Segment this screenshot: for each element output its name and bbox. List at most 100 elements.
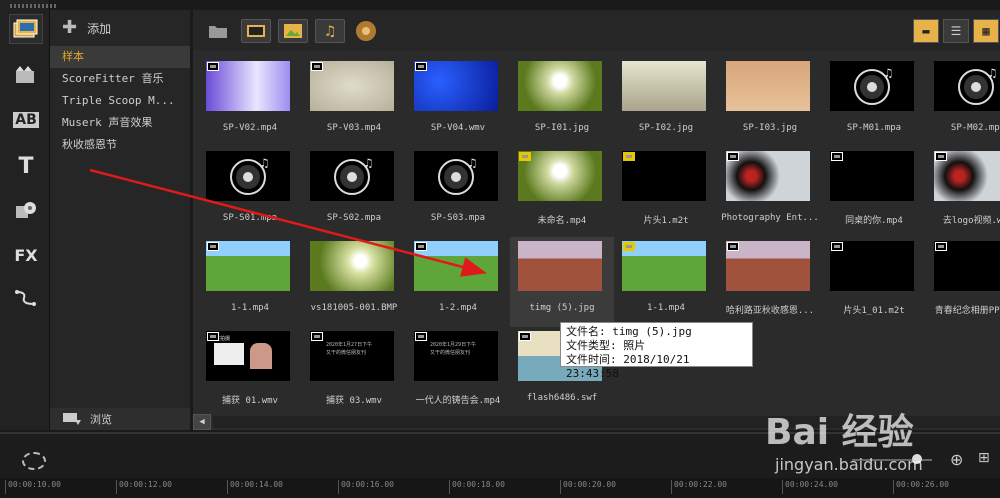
- tooltip-filename: 文件名: timg (5).jpg: [566, 325, 692, 338]
- filter-label: FX: [14, 245, 38, 265]
- media-tile-name: Photography Ent...: [721, 213, 819, 223]
- media-tile-name: 捕获 03.wmv: [326, 396, 382, 406]
- drag-grip[interactable]: [10, 4, 56, 8]
- media-tile[interactable]: 哈利路亚秋收感恩...: [718, 237, 822, 327]
- timeline-tick: 00:00:14.00: [227, 480, 283, 494]
- media-tile[interactable]: 未命名.mp4: [510, 147, 614, 237]
- timeline-panel: ⊕ ⊞ 00:00:10.00 00:00:12.00 00:00:14.00 00:…: [0, 432, 1000, 498]
- media-tile[interactable]: 片头1_01.m2t: [822, 237, 926, 327]
- thumb-text: 2020年1月29日下午 又干的微信朋友刊: [430, 342, 477, 356]
- media-tile[interactable]: ♫ SP-M02.mpa: [926, 57, 1000, 147]
- media-tile-name: flash6486.swf: [526, 393, 598, 403]
- media-tile[interactable]: 正在拍摄 捕获 01.wmv: [198, 327, 302, 412]
- media-thumbnail: [310, 241, 394, 291]
- library-item-scorefitter[interactable]: ScoreFitter 音乐: [50, 68, 190, 90]
- grid-view-button[interactable]: ▦: [973, 19, 999, 43]
- media-thumbnail: [726, 61, 810, 111]
- media-tile[interactable]: SP-I02.jpg: [614, 57, 718, 147]
- media-tile[interactable]: 片头1.m2t: [614, 147, 718, 237]
- media-tile-name: SP-I02.jpg: [638, 123, 694, 133]
- path-icon[interactable]: [9, 283, 43, 313]
- media-tile[interactable]: 同桌的你.mp4: [822, 147, 926, 237]
- media-tile-name: 1-1.mp4: [647, 303, 685, 313]
- browse-label: 浏览: [90, 413, 112, 426]
- media-tile[interactable]: SP-V04.wmv: [406, 57, 510, 147]
- library-item-triple-scoop[interactable]: Triple Scoop M...: [50, 90, 190, 112]
- tool-column: AB T FX: [0, 0, 56, 430]
- media-tile[interactable]: SP-I03.jpg: [718, 57, 822, 147]
- media-thumbnail: [518, 241, 602, 291]
- media-tile[interactable]: 1-2.mp4: [406, 237, 510, 327]
- media-tile-name: SP-M01.mpa: [846, 123, 902, 133]
- library-item-harvest[interactable]: 秋收感恩节: [50, 134, 190, 156]
- timeline-tick: 00:00:12.00: [116, 480, 172, 494]
- instant-project-icon[interactable]: [9, 60, 43, 90]
- media-tile-name: SP-V03.mp4: [326, 123, 382, 133]
- media-tile[interactable]: ♫ SP-S01.mpa: [198, 147, 302, 237]
- media-thumbnail: [622, 61, 706, 111]
- video-badge-icon: [519, 332, 531, 341]
- loop-icon[interactable]: [22, 452, 46, 470]
- media-tile[interactable]: 1-1.mp4: [614, 237, 718, 327]
- thumbnail-view-button[interactable]: ▬: [913, 19, 939, 43]
- grid-icon: ▦: [982, 24, 990, 38]
- media-tile[interactable]: 去logo视频.wmv: [926, 147, 1000, 237]
- svg-text:♫: ♫: [365, 156, 372, 170]
- media-tile[interactable]: 2020年1月27日下午 又干的微信朋友刊 捕获 03.wmv: [302, 327, 406, 412]
- media-tile[interactable]: timg (5).jpg: [510, 237, 614, 327]
- video-badge-icon: [935, 152, 947, 161]
- media-tile[interactable]: SP-V02.mp4: [198, 57, 302, 147]
- media-tile[interactable]: SP-I01.jpg: [510, 57, 614, 147]
- media-tile-name: 青春纪念相册PPT...: [934, 306, 1000, 316]
- folder-icon[interactable]: [203, 19, 233, 43]
- filter-icon[interactable]: FX: [9, 240, 43, 270]
- zoom-slider-handle[interactable]: [912, 454, 922, 464]
- list-view-button[interactable]: ☰: [943, 19, 969, 43]
- video-badge-icon: [207, 332, 219, 341]
- media-tile-name: 去logo视频.wmv: [942, 216, 1000, 226]
- media-tile-name: 捕获 01.wmv: [222, 396, 278, 406]
- media-tile[interactable]: vs181005-001.BMP: [302, 237, 406, 327]
- photo-icon: [284, 24, 302, 38]
- library-item-sample[interactable]: 样本: [50, 46, 190, 68]
- media-tile[interactable]: 2020年1月29日下午 又干的微信朋友刊 一代人的铸告会.mp4: [406, 327, 510, 412]
- media-tile-name: SP-I03.jpg: [742, 123, 798, 133]
- zoom-in-icon[interactable]: ⊕: [950, 450, 963, 469]
- media-tile[interactable]: 青春纪念相册PPT...: [926, 237, 1000, 327]
- media-tile-name: timg (5).jpg: [529, 303, 595, 313]
- show-audio-button[interactable]: ♫: [315, 19, 345, 43]
- media-tile-name: SP-S02.mpa: [326, 213, 382, 223]
- chevron-left-icon: ◀: [199, 417, 205, 427]
- timeline-ruler[interactable]: 00:00:10.00 00:00:12.00 00:00:14.00 00:00:1…: [0, 478, 1000, 498]
- timeline-tick: 00:00:26.00: [893, 480, 949, 494]
- plus-icon: ✚: [62, 17, 78, 38]
- media-tile-name: 片头1_01.m2t: [843, 306, 905, 316]
- transition-icon[interactable]: AB: [9, 105, 43, 135]
- media-tile[interactable]: ♫ SP-S03.mpa: [406, 147, 510, 237]
- media-tile[interactable]: Photography Ent...: [718, 147, 822, 237]
- video-badge-icon: [831, 152, 843, 161]
- timeline-tick: 00:00:24.00: [782, 480, 838, 494]
- browse-icon: [63, 413, 81, 425]
- media-tile[interactable]: 1-1.mp4: [198, 237, 302, 327]
- timeline-tick: 00:00:22.00: [671, 480, 727, 494]
- media-library-icon[interactable]: [9, 14, 43, 44]
- media-tile[interactable]: ♫ SP-S02.mpa: [302, 147, 406, 237]
- audio-disc-icon: ♫: [934, 61, 1000, 111]
- media-tile-name: 未命名.mp4: [537, 216, 587, 226]
- video-badge-icon: [207, 242, 219, 251]
- media-tile[interactable]: ♫ SP-M01.mpa: [822, 57, 926, 147]
- media-toolbar: ♫ ▬ ☰ ▦: [193, 10, 1000, 50]
- sort-icon[interactable]: [351, 19, 381, 43]
- fit-timeline-icon[interactable]: ⊞: [978, 450, 990, 466]
- add-folder-button[interactable]: ✚ 添加: [50, 10, 190, 46]
- library-item-muserk[interactable]: Muserk 声音效果: [50, 112, 190, 134]
- show-photos-button[interactable]: [278, 19, 308, 43]
- scroll-left-button[interactable]: ◀: [193, 414, 211, 430]
- browse-button[interactable]: 浏览: [50, 408, 190, 430]
- graphic-icon[interactable]: [9, 195, 43, 225]
- title-icon[interactable]: T: [9, 151, 43, 181]
- media-tile[interactable]: SP-V03.mp4: [302, 57, 406, 147]
- show-videos-button[interactable]: [241, 19, 271, 43]
- horizontal-scrollbar[interactable]: [213, 416, 1000, 428]
